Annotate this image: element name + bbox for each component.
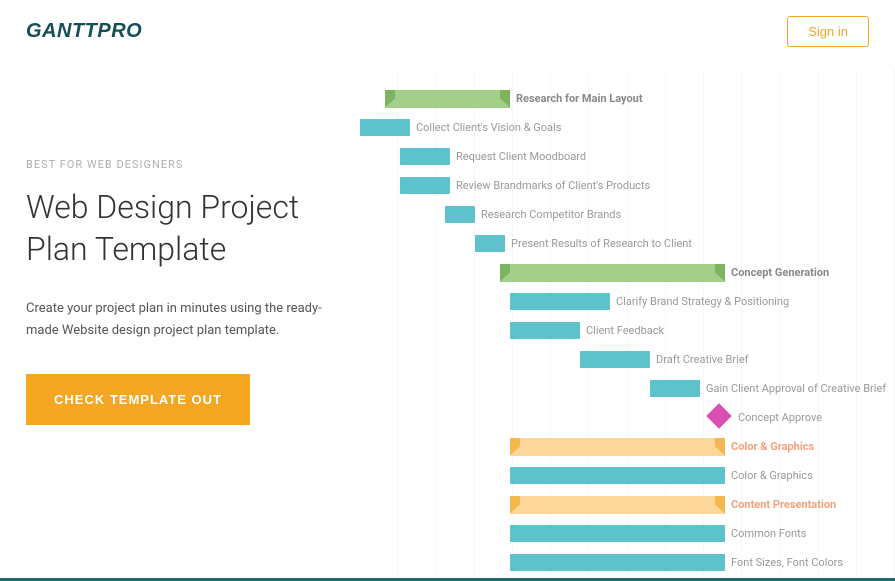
task-label: Request Client Moodboard	[456, 150, 586, 163]
task-label: Font Sizes, Font Colors	[731, 556, 843, 569]
task-bar[interactable]	[510, 293, 610, 310]
group-bar[interactable]	[510, 438, 725, 456]
gantt-row: Research for Main Layout	[360, 84, 895, 113]
group-bar[interactable]	[510, 496, 725, 514]
task-bar[interactable]	[510, 554, 725, 571]
task-label: Clarify Brand Strategy & Positioning	[616, 295, 789, 308]
group-bar[interactable]	[385, 90, 510, 108]
gantt-row: Gain Client Approval of Creative Brief	[360, 374, 895, 403]
gantt-row: Content Presentation	[360, 490, 895, 519]
eyebrow: BEST FOR WEB DESIGNERS	[26, 158, 334, 171]
task-label: Present Results of Research to Client	[511, 237, 692, 250]
gantt-row: Research Competitor Brands	[360, 200, 895, 229]
task-label: Collect Client's Vision & Goals	[416, 121, 561, 134]
gantt-row: Review Brandmarks of Client's Products	[360, 171, 895, 200]
milestone-icon[interactable]	[706, 403, 731, 428]
task-label: Content Presentation	[731, 498, 836, 511]
task-bar[interactable]	[510, 322, 580, 339]
gantt-row: Concept Generation	[360, 258, 895, 287]
content: BEST FOR WEB DESIGNERS Web Design Projec…	[0, 70, 895, 581]
group-bar[interactable]	[500, 264, 725, 282]
cta-button[interactable]: CHECK TEMPLATE OUT	[26, 374, 250, 425]
task-label: Draft Creative Brief	[656, 353, 748, 366]
task-label: Concept Generation	[731, 266, 829, 279]
gantt-row: Present Results of Research to Client	[360, 229, 895, 258]
gantt-row: Color & Graphics	[360, 461, 895, 490]
task-bar[interactable]	[360, 119, 410, 136]
task-label: Research Competitor Brands	[481, 208, 621, 221]
description: Create your project plan in minutes usin…	[26, 298, 334, 342]
task-bar[interactable]	[650, 380, 700, 397]
left-panel: BEST FOR WEB DESIGNERS Web Design Projec…	[0, 70, 360, 581]
gantt-row: Clarify Brand Strategy & Positioning	[360, 287, 895, 316]
task-bar[interactable]	[445, 206, 475, 223]
task-bar[interactable]	[580, 351, 650, 368]
task-label: Color & Graphics	[731, 440, 814, 453]
task-bar[interactable]	[510, 467, 725, 484]
task-label: Common Fonts	[731, 527, 806, 540]
task-label: Gain Client Approval of Creative Brief	[706, 382, 886, 395]
gantt-row: Collect Client's Vision & Goals	[360, 113, 895, 142]
task-label: Color & Graphics	[731, 469, 813, 482]
gantt-row: Draft Creative Brief	[360, 345, 895, 374]
gantt-row: Common Fonts	[360, 519, 895, 548]
logo[interactable]: GANTTPRO	[26, 20, 142, 43]
task-bar[interactable]	[400, 148, 450, 165]
gantt-row: Client Feedback	[360, 316, 895, 345]
signin-button[interactable]: Sign in	[787, 16, 869, 47]
gantt-row: Color & Graphics	[360, 432, 895, 461]
task-bar[interactable]	[475, 235, 505, 252]
gantt-row: Concept Approve	[360, 403, 895, 432]
task-label: Research for Main Layout	[516, 92, 643, 105]
gantt-row: Request Client Moodboard	[360, 142, 895, 171]
page-title: Web Design Project Plan Template	[26, 187, 334, 270]
task-label: Review Brandmarks of Client's Products	[456, 179, 650, 192]
gantt-row: Font Sizes, Font Colors	[360, 548, 895, 577]
task-bar[interactable]	[400, 177, 450, 194]
gantt-chart: Research for Main Layout Collect Client'…	[360, 70, 895, 581]
task-bar[interactable]	[510, 525, 725, 542]
task-label: Client Feedback	[586, 324, 664, 337]
task-label: Concept Approve	[738, 411, 822, 424]
header: GANTTPRO Sign in	[0, 0, 895, 47]
